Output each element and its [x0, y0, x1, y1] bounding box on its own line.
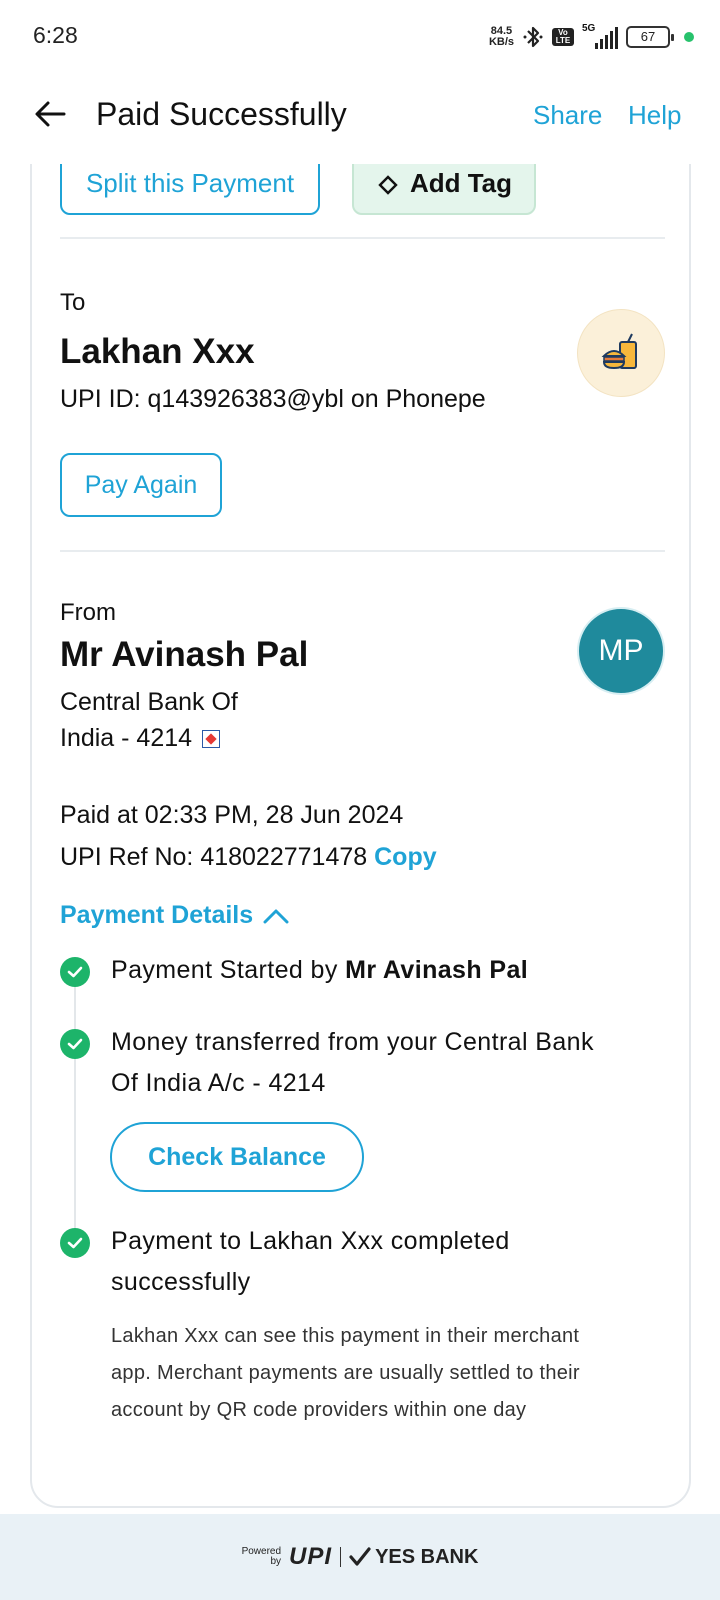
copy-ref-button[interactable]: Copy — [374, 843, 437, 871]
note-line3: account by QR code providers within one … — [111, 1399, 527, 1421]
check-circle-icon — [60, 1029, 90, 1059]
step1-prefix: Payment Started by — [111, 956, 338, 984]
yes-bank-logo: YES BANK — [349, 1546, 478, 1569]
step-money-transferred: Money transferred from your Central Bank… — [111, 1022, 651, 1104]
network-speed-unit: KB/s — [488, 36, 514, 48]
from-label: From — [60, 599, 116, 626]
step3-line2: successfully — [111, 1268, 251, 1296]
signal-icon: 5G — [582, 23, 618, 49]
tag-icon — [378, 175, 398, 195]
step1-name: Mr Avinash Pal — [345, 956, 529, 984]
checkmark-logo-icon — [349, 1547, 371, 1566]
logo-separator — [340, 1547, 342, 1567]
by-label: by — [270, 1556, 282, 1567]
sender-name: Mr Avinash Pal — [60, 635, 309, 674]
divider — [60, 550, 665, 552]
sender-avatar: MP — [577, 607, 665, 695]
sender-bank-line2-row: India - 4214 — [60, 724, 221, 753]
status-time: 6:28 — [33, 22, 78, 48]
upi-logo: UPI — [289, 1543, 333, 1570]
paid-at: Paid at 02:33 PM, 28 Jun 2024 — [60, 801, 404, 829]
payment-details-title: Payment Details — [60, 901, 254, 929]
check-balance-button[interactable]: Check Balance — [110, 1122, 364, 1192]
bluetooth-icon — [523, 26, 543, 48]
footer-branding: Powered by UPI YES BANK — [0, 1514, 720, 1600]
back-arrow-icon[interactable] — [30, 94, 70, 134]
food-merchant-icon — [601, 333, 637, 370]
pay-again-button[interactable]: Pay Again — [60, 453, 222, 517]
privacy-indicator-dot — [684, 32, 694, 42]
step2-line2: Of India A/c - 4214 — [111, 1069, 326, 1097]
upi-ref-number: UPI Ref No: 418022771478 — [60, 843, 368, 871]
divider — [60, 237, 665, 239]
transaction-card: Split this Payment Add Tag To Lakhan Xxx… — [30, 120, 691, 1508]
network-speed: 84.5 KB/s — [489, 26, 514, 48]
add-tag-label: Add Tag — [409, 168, 513, 198]
volte-bottom: LTE — [555, 36, 571, 45]
help-button[interactable]: Help — [628, 100, 681, 131]
recipient-upi-id: UPI ID: q143926383@ybl on Phonepe — [60, 385, 486, 413]
page-title: Paid Successfully — [96, 96, 347, 132]
powered-by-text: Powered by — [242, 1547, 281, 1567]
step-payment-completed: Payment to Lakhan Xxx completed successf… — [111, 1221, 651, 1303]
note-line1: Lakhan Xxx can see this payment in their… — [111, 1325, 580, 1347]
battery-icon: 67 — [626, 26, 674, 48]
sender-bank-line1: Central Bank Of — [60, 688, 238, 716]
note-line2: app. Merchant payments are usually settl… — [111, 1362, 580, 1384]
check-circle-icon — [60, 957, 90, 987]
app-header: Paid Successfully Share Help — [0, 72, 720, 164]
status-icons: 84.5 KB/s Vo LTE 5G 67 — [489, 22, 694, 52]
timeline-line — [74, 982, 76, 1232]
sender-bank-line2: India - 4214 — [60, 724, 193, 752]
step3-line1: Payment to Lakhan Xxx completed — [111, 1227, 510, 1255]
status-bar: 6:28 84.5 KB/s Vo LTE 5G 67 — [0, 0, 720, 72]
volte-icon: Vo LTE — [552, 28, 574, 46]
payment-details-toggle[interactable]: Payment Details — [60, 901, 289, 930]
settlement-note: Lakhan Xxx can see this payment in their… — [111, 1318, 671, 1429]
upi-ref-row: UPI Ref No: 418022771478 Copy — [60, 843, 437, 872]
share-button[interactable]: Share — [533, 100, 602, 131]
network-type: 5G — [582, 23, 596, 34]
central-bank-logo-icon — [202, 730, 221, 748]
chevron-up-icon — [263, 909, 289, 923]
merchant-avatar — [577, 309, 665, 397]
yes-bank-label: YES BANK — [375, 1545, 479, 1568]
step-payment-started: Payment Started by Mr Avinash Pal — [111, 950, 651, 991]
to-label: To — [60, 289, 86, 316]
check-circle-icon — [60, 1228, 90, 1258]
recipient-name: Lakhan Xxx — [60, 332, 255, 371]
step2-line1: Money transferred from your Central Bank — [111, 1028, 594, 1056]
